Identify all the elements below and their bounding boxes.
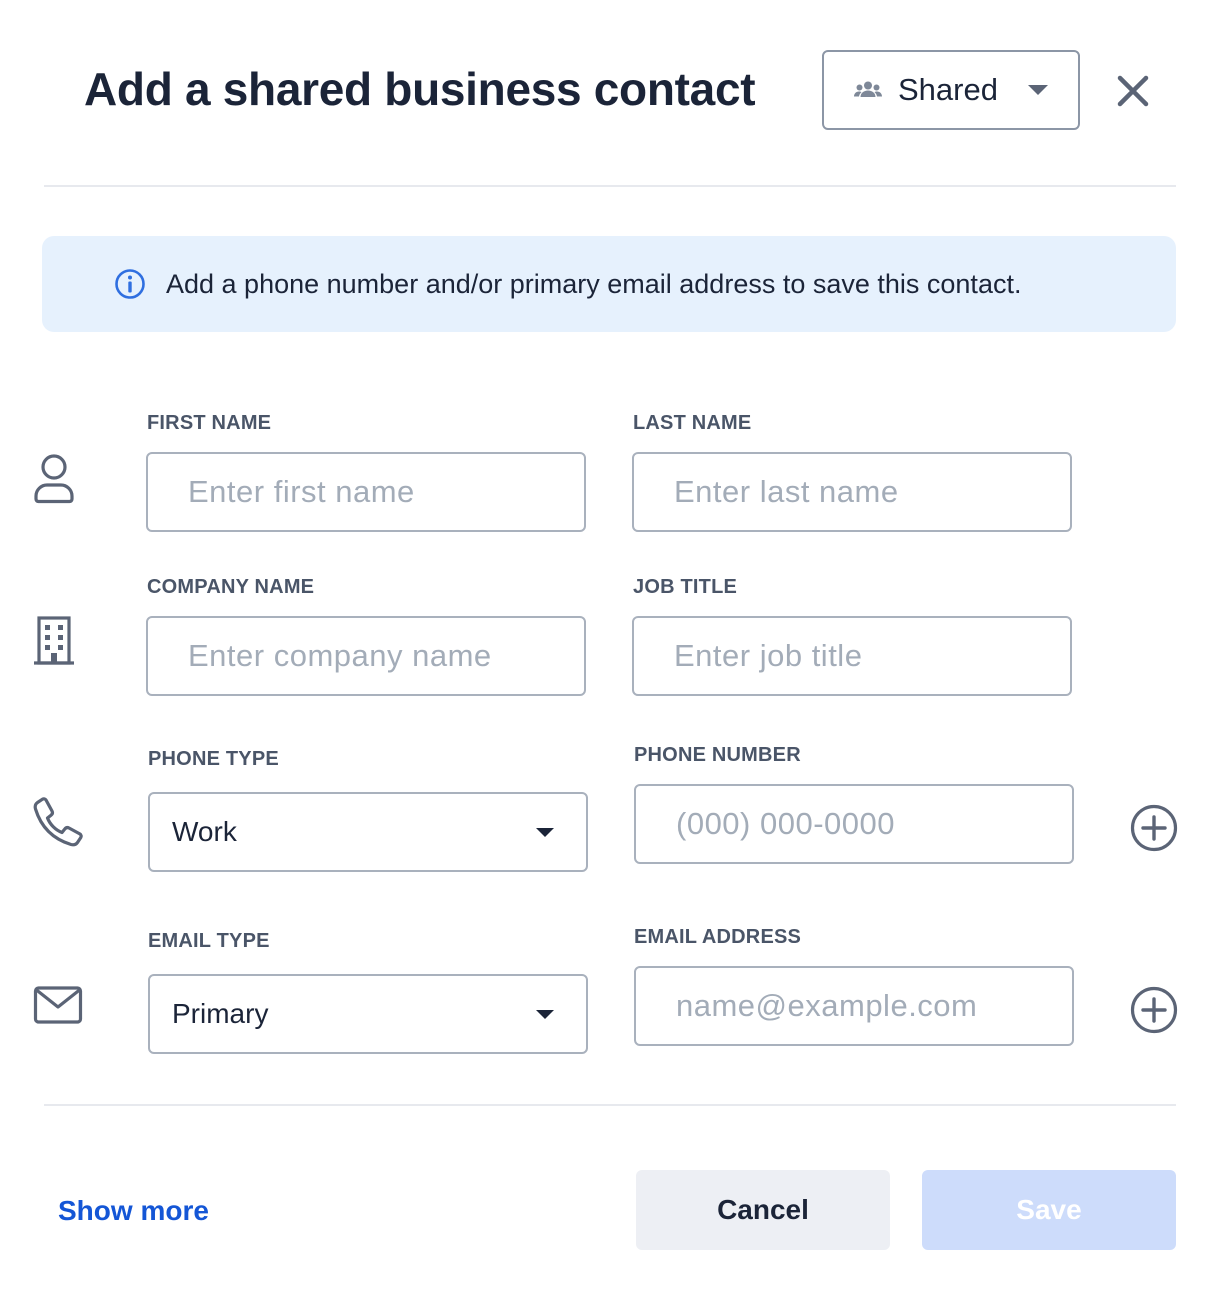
dialog-title: Add a shared business contact <box>84 63 756 115</box>
phone-type-label: PHONE TYPE <box>148 748 279 770</box>
chevron-down-icon <box>1028 85 1048 95</box>
info-icon <box>114 268 146 300</box>
add-contact-dialog: Add a shared business contact Shared Add… <box>0 0 1218 1296</box>
email-address-label: EMAIL ADDRESS <box>634 926 802 948</box>
email-type-label: EMAIL TYPE <box>148 930 270 952</box>
plus-circle-icon <box>1130 986 1178 1034</box>
close-button[interactable] <box>1108 66 1158 116</box>
job-title-input[interactable] <box>632 616 1072 696</box>
phone-number-input[interactable] <box>634 784 1074 864</box>
job-title-label: JOB TITLE <box>633 576 738 598</box>
company-name-label: COMPANY NAME <box>147 576 315 598</box>
footer-divider <box>44 1104 1176 1106</box>
last-name-input[interactable] <box>632 452 1072 532</box>
last-name-label: LAST NAME <box>633 412 752 434</box>
chevron-down-icon <box>536 1009 554 1019</box>
building-icon <box>30 614 78 668</box>
phone-type-select[interactable]: Work <box>148 792 588 872</box>
email-type-select[interactable]: Primary <box>148 974 588 1054</box>
plus-circle-icon <box>1130 804 1178 852</box>
email-address-input[interactable] <box>634 966 1074 1046</box>
envelope-icon <box>33 984 83 1026</box>
person-icon <box>30 452 78 506</box>
header-divider <box>44 185 1176 187</box>
add-phone-button[interactable] <box>1129 803 1179 853</box>
visibility-value: Shared <box>898 72 998 107</box>
info-banner: Add a phone number and/or primary email … <box>42 236 1176 332</box>
company-name-input[interactable] <box>146 616 586 696</box>
visibility-dropdown[interactable]: Shared <box>822 50 1080 130</box>
chevron-down-icon <box>536 827 554 837</box>
phone-icon <box>32 796 84 848</box>
close-icon <box>1117 75 1149 107</box>
phone-number-label: PHONE NUMBER <box>634 744 801 766</box>
show-more-link[interactable]: Show more <box>58 1195 209 1227</box>
save-button[interactable]: Save <box>922 1170 1176 1250</box>
people-icon <box>854 80 882 100</box>
first-name-input[interactable] <box>146 452 586 532</box>
add-email-button[interactable] <box>1129 985 1179 1035</box>
cancel-button[interactable]: Cancel <box>636 1170 890 1250</box>
info-banner-text: Add a phone number and/or primary email … <box>166 268 1022 299</box>
email-type-value: Primary <box>172 998 269 1029</box>
phone-type-value: Work <box>172 816 237 847</box>
first-name-label: FIRST NAME <box>147 412 272 434</box>
